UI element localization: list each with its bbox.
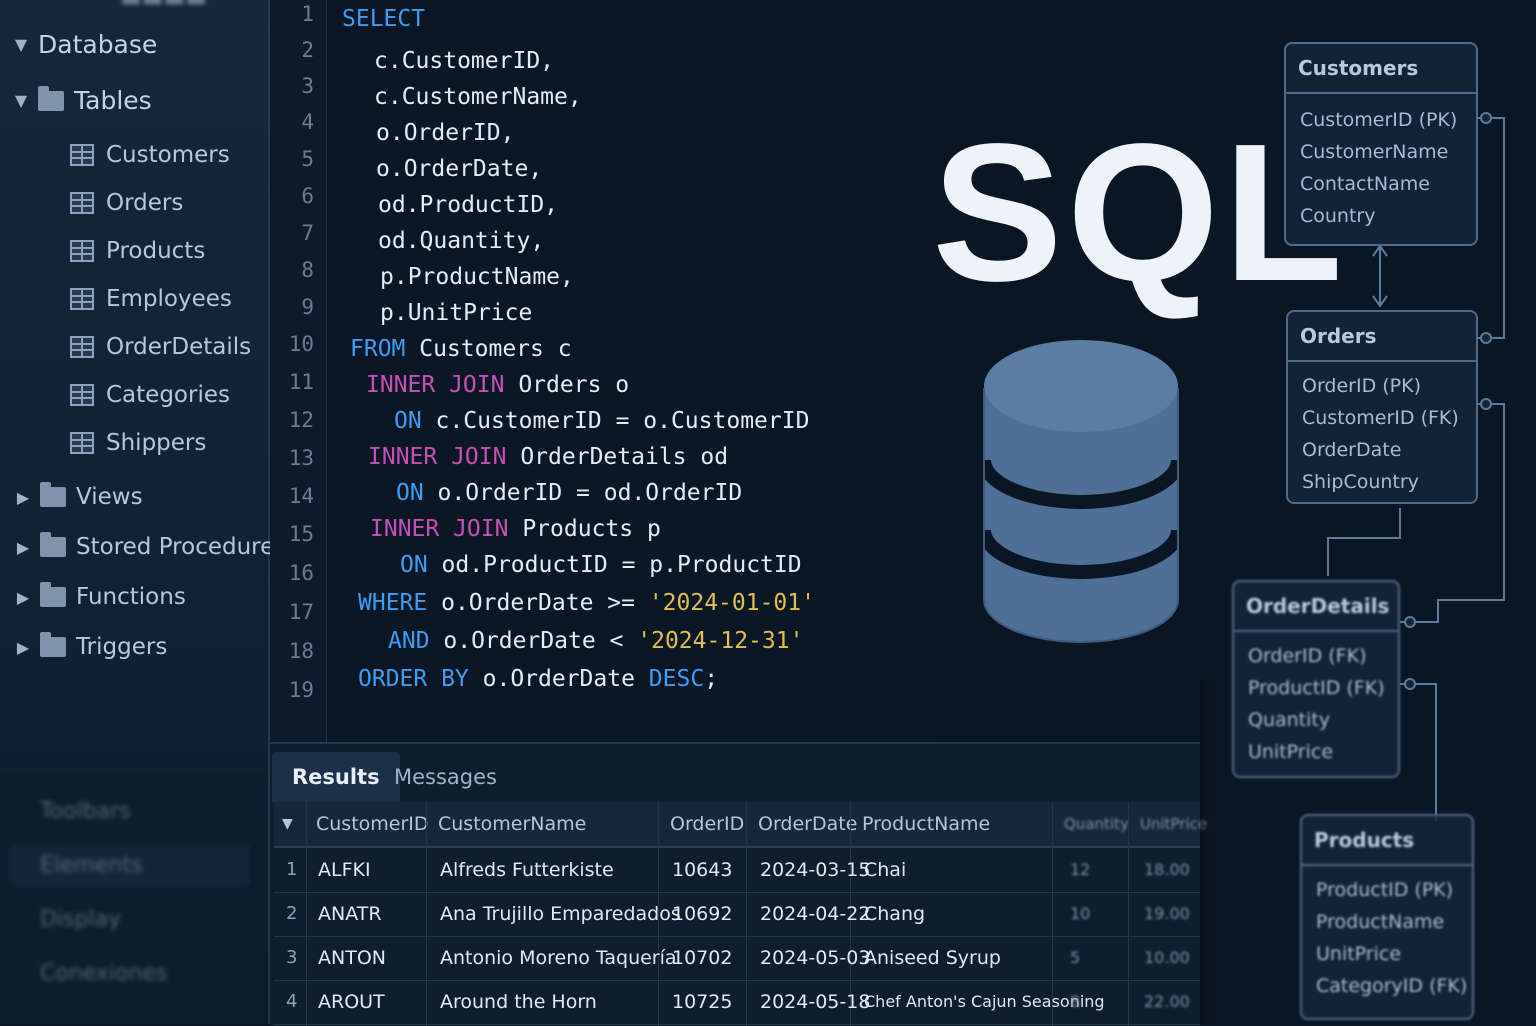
cell-orderdate[interactable]: 2024-05-18	[760, 980, 870, 1024]
connector-dot	[1404, 616, 1416, 628]
er-field: ContactName	[1300, 173, 1430, 195]
er-field: CategoryID (FK)	[1316, 975, 1468, 997]
results-grid-header: ▼ CustomerID CustomerName OrderID OrderD…	[274, 802, 1207, 848]
cell-productname[interactable]: Aniseed Syrup	[864, 936, 1001, 980]
column-header-quantity[interactable]: Quantity	[1064, 802, 1129, 846]
cell-productname[interactable]: Chef Anton's Cajun Seasoning	[864, 980, 1105, 1024]
er-field: OrderID (PK)	[1302, 375, 1422, 397]
connector-dot	[1404, 678, 1416, 690]
er-field: ProductID (FK)	[1248, 677, 1385, 699]
cell-customername[interactable]: Alfreds Futterkiste	[440, 848, 614, 892]
cell-unitprice[interactable]: 18.00	[1144, 848, 1190, 892]
table-row[interactable]: 1 ALFKI Alfreds Futterkiste 10643 2024-0…	[274, 848, 1200, 893]
cell-orderid[interactable]: 10702	[672, 936, 732, 980]
er-table-orders[interactable]: Orders OrderID (PK) CustomerID (FK) Orde…	[1286, 310, 1478, 504]
er-field: OrderID (FK)	[1248, 645, 1367, 667]
relation-line	[1478, 117, 1505, 339]
results-pane: Results Messages ▼ CustomerID CustomerNa…	[270, 742, 1207, 1026]
er-field: UnitPrice	[1248, 741, 1334, 763]
cell-quantity[interactable]: 5	[1070, 936, 1080, 980]
column-header-customername[interactable]: CustomerName	[438, 802, 586, 846]
cell-customerid[interactable]: AROUT	[318, 980, 385, 1024]
er-field: OrderDate	[1302, 439, 1402, 461]
column-header-customerid[interactable]: CustomerID	[316, 802, 429, 846]
cell-customerid[interactable]: ANATR	[318, 892, 382, 936]
connector-dot	[1480, 112, 1492, 124]
cell-customername[interactable]: Antonio Moreno Taquería	[440, 936, 677, 980]
cell-unitprice[interactable]: 10.00	[1144, 936, 1190, 980]
cell-productname[interactable]: Chang	[864, 892, 925, 936]
cell-quantity[interactable]: 10	[1070, 892, 1090, 936]
column-header-unitprice[interactable]: UnitPrice	[1140, 802, 1207, 846]
er-table-title: OrderDetails	[1234, 582, 1398, 632]
chevron-down-icon[interactable]: ▼	[282, 802, 293, 846]
er-field: CustomerID (FK)	[1302, 407, 1459, 429]
er-table-title: Customers	[1286, 44, 1476, 94]
er-table-orderdetails[interactable]: OrderDetails OrderID (FK) ProductID (FK)…	[1232, 580, 1400, 778]
er-table-title: Orders	[1288, 312, 1476, 362]
cell-customername[interactable]: Ana Trujillo Emparedados	[440, 892, 681, 936]
cell-orderdate[interactable]: 2024-03-15	[760, 848, 870, 892]
table-row[interactable]: 4 AROUT Around the Horn 10725 2024-05-18…	[274, 980, 1200, 1025]
results-edge-shadow	[1200, 680, 1210, 1024]
relation-line	[1400, 683, 1437, 822]
relation-line	[1327, 508, 1401, 576]
cell-customerid[interactable]: ANTON	[318, 936, 386, 980]
column-header-productname[interactable]: ProductName	[862, 802, 990, 846]
er-field: ProductID (PK)	[1316, 879, 1454, 901]
connector-dot	[1480, 332, 1492, 344]
er-field: Country	[1300, 205, 1376, 227]
cell-unitprice[interactable]: 22.00	[1144, 980, 1190, 1024]
table-row[interactable]: 2 ANATR Ana Trujillo Emparedados 10692 2…	[274, 892, 1200, 937]
connector-dot	[1480, 398, 1492, 410]
cell-orderdate[interactable]: 2024-05-03	[760, 936, 870, 980]
cell-orderid[interactable]: 10692	[672, 892, 732, 936]
cell-quantity[interactable]: 8	[1070, 980, 1080, 1024]
cell-unitprice[interactable]: 19.00	[1144, 892, 1190, 936]
sql-logo-title: SQL	[932, 103, 1347, 322]
cell-customerid[interactable]: ALFKI	[318, 848, 371, 892]
table-row[interactable]: 3 ANTON Antonio Moreno Taquería 10702 20…	[274, 936, 1200, 981]
tab-messages[interactable]: Messages	[374, 752, 517, 802]
er-field: CustomerName	[1300, 141, 1449, 163]
cell-quantity[interactable]: 12	[1070, 848, 1090, 892]
column-header-orderdate[interactable]: OrderDate	[758, 802, 857, 846]
er-field: CustomerID (PK)	[1300, 109, 1458, 131]
er-field: ShipCountry	[1302, 471, 1419, 493]
row-index: 3	[286, 947, 298, 968]
row-index: 1	[286, 859, 298, 880]
column-header-orderid[interactable]: OrderID	[670, 802, 744, 846]
row-index: 2	[286, 903, 298, 924]
cell-orderdate[interactable]: 2024-04-22	[760, 892, 870, 936]
database-icon	[977, 340, 1185, 643]
er-table-title: Products	[1302, 816, 1472, 866]
cell-customername[interactable]: Around the Horn	[440, 980, 597, 1024]
er-field: ProductName	[1316, 911, 1445, 933]
cell-orderid[interactable]: 10725	[672, 980, 732, 1024]
er-table-customers[interactable]: Customers CustomerID (PK) CustomerName C…	[1284, 42, 1478, 246]
cell-orderid[interactable]: 10643	[672, 848, 732, 892]
er-field: UnitPrice	[1316, 943, 1402, 965]
er-table-products[interactable]: Products ProductID (PK) ProductName Unit…	[1300, 814, 1474, 1020]
cell-productname[interactable]: Chai	[864, 848, 906, 892]
er-field: Quantity	[1248, 709, 1331, 731]
row-index: 4	[286, 991, 298, 1012]
